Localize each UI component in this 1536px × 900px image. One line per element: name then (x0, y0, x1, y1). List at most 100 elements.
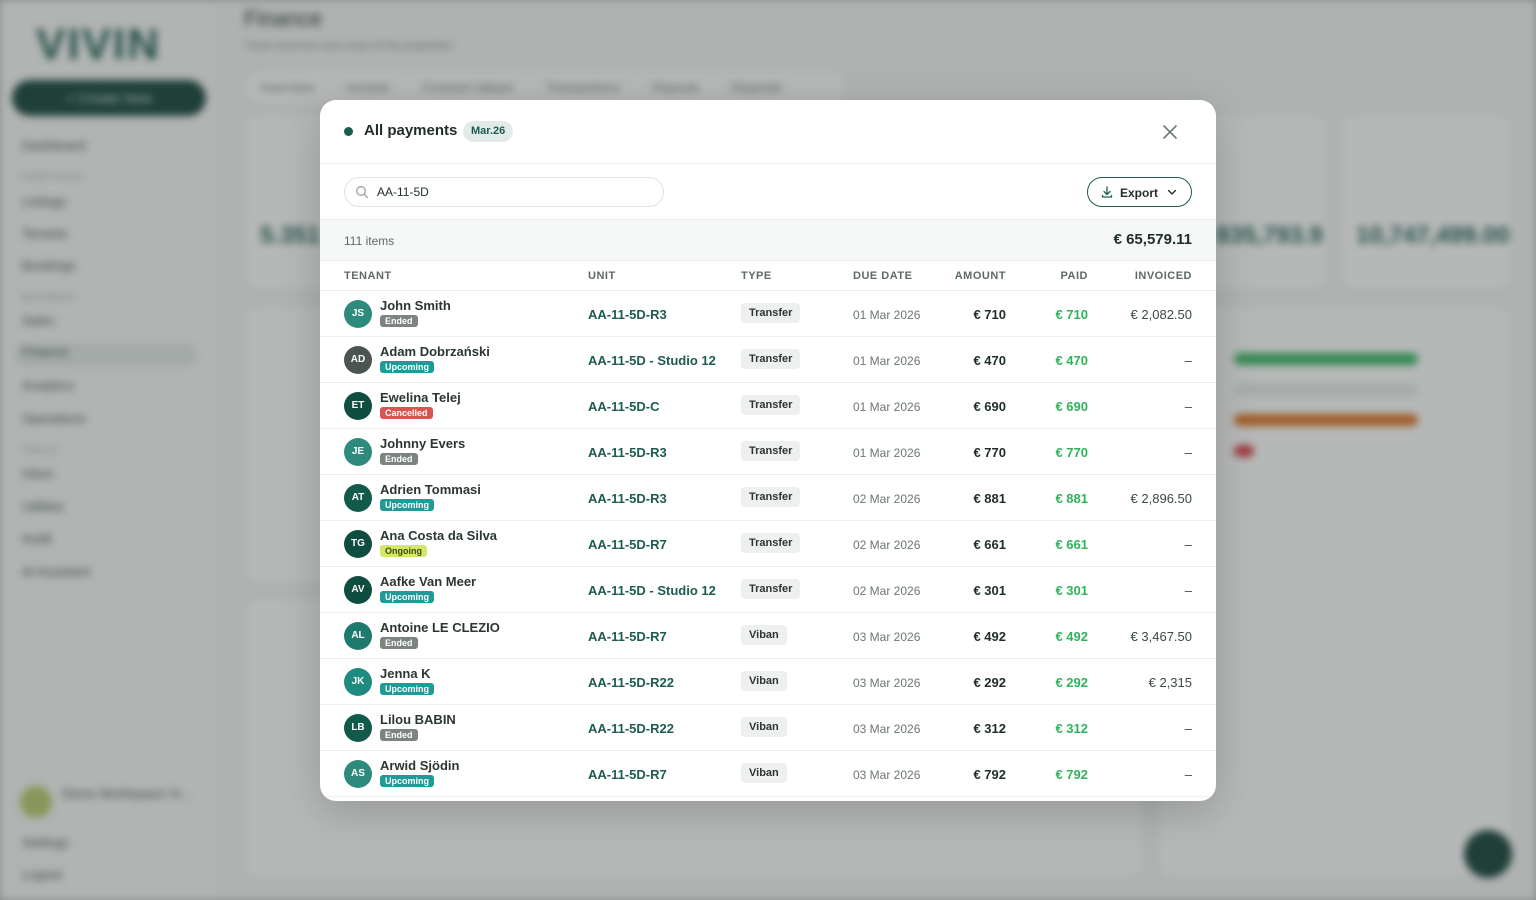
payment-type-badge: Viban (741, 717, 787, 737)
unit-link[interactable]: AA-11-5D-R7 (588, 537, 667, 552)
payment-type-badge: Transfer (741, 441, 801, 461)
paid-value: € 792 (1055, 767, 1088, 782)
table-row[interactable]: AL Antoine LE CLEZIO Ended AA-11-5D-R7 Viban… (320, 613, 1216, 659)
due-date: 03 Mar 2026 (853, 722, 921, 736)
invoiced-value: € 3,467.50 (1130, 629, 1192, 644)
paid-value: € 292 (1055, 675, 1088, 690)
status-badge: Ongoing (380, 545, 427, 557)
due-date: 02 Mar 2026 (853, 492, 921, 506)
tenant-name[interactable]: John Smith (380, 298, 451, 313)
unit-link[interactable]: AA-11-5D - Studio 12 (588, 583, 716, 598)
invoiced-value: € 2,315 (1148, 675, 1192, 690)
table-row[interactable]: AV Aafke Van Meer Upcoming AA-11-5D - Studi… (320, 567, 1216, 613)
status-badge: Upcoming (380, 591, 434, 603)
column-header-unit[interactable]: UNIT (588, 270, 616, 282)
status-badge: Ended (380, 315, 418, 327)
invoiced-value: – (1184, 353, 1192, 368)
download-icon (1100, 185, 1114, 199)
unit-link[interactable]: AA-11-5D-R3 (588, 445, 667, 460)
export-button[interactable]: Export (1087, 177, 1192, 207)
column-header-invoiced[interactable]: INVOICED (1135, 270, 1192, 282)
table-row[interactable]: TG Ana Costa da Silva Ongoing AA-11-5D-R7 Tr… (320, 521, 1216, 567)
table-row[interactable]: JK Jenna K Upcoming AA-11-5D-R22 Viban 03 Mar… (320, 659, 1216, 705)
paid-value: € 301 (1055, 583, 1088, 598)
tenant-name[interactable]: Arwid Sjödin (380, 758, 459, 773)
tenant-name[interactable]: Antoine LE CLEZIO (380, 620, 500, 635)
tenant-avatar: ET (344, 392, 372, 420)
amount-value: € 312 (973, 721, 1006, 736)
due-date: 03 Mar 2026 (853, 768, 921, 782)
paid-value: € 690 (1055, 399, 1088, 414)
tenant-name[interactable]: Adam Dobrzański (380, 344, 490, 359)
unit-link[interactable]: AA-11-5D-R22 (588, 675, 674, 690)
tenant-name[interactable]: Lilou BABIN (380, 712, 456, 727)
amount-value: € 710 (973, 307, 1006, 322)
payment-type-badge: Viban (741, 671, 787, 691)
column-header-due-date[interactable]: DUE DATE (853, 270, 912, 282)
table-row[interactable]: ET Ewelina Telej Cancelled AA-11-5D-C Transf… (320, 383, 1216, 429)
tenant-name[interactable]: Ewelina Telej (380, 390, 461, 405)
tenant-name[interactable]: Ana Costa da Silva (380, 528, 497, 543)
amount-value: € 881 (973, 491, 1006, 506)
amount-value: € 301 (973, 583, 1006, 598)
status-badge: Upcoming (380, 499, 434, 511)
due-date: 01 Mar 2026 (853, 308, 921, 322)
tenant-avatar: AV (344, 576, 372, 604)
all-payments-modal: All payments Mar.26 Export 111 items € 6… (320, 100, 1216, 801)
tenant-avatar: AL (344, 622, 372, 650)
period-badge: Mar.26 (463, 121, 514, 142)
paid-value: € 770 (1055, 445, 1088, 460)
status-badge: Upcoming (380, 683, 434, 695)
due-date: 03 Mar 2026 (853, 630, 921, 644)
due-date: 02 Mar 2026 (853, 538, 921, 552)
payments-table-body: JS John Smith Ended AA-11-5D-R3 Transfer 01 M… (320, 291, 1216, 797)
tenant-name[interactable]: Jenna K (380, 666, 431, 681)
paid-value: € 710 (1055, 307, 1088, 322)
table-row[interactable]: JS John Smith Ended AA-11-5D-R3 Transfer 01 M… (320, 291, 1216, 337)
column-header-type[interactable]: TYPE (741, 270, 772, 282)
invoiced-value: – (1184, 445, 1192, 460)
table-row[interactable]: AS Arwid Sjödin Upcoming AA-11-5D-R7 Viban 03… (320, 751, 1216, 797)
due-date: 01 Mar 2026 (853, 354, 921, 368)
unit-link[interactable]: AA-11-5D-R3 (588, 307, 667, 322)
column-header-paid[interactable]: PAID (1061, 270, 1088, 282)
unit-link[interactable]: AA-11-5D-R7 (588, 767, 667, 782)
unit-link[interactable]: AA-11-5D-R3 (588, 491, 667, 506)
item-count: 111 items (344, 234, 395, 248)
amount-value: € 661 (973, 537, 1006, 552)
tenant-name[interactable]: Adrien Tommasi (380, 482, 481, 497)
tenant-avatar: AT (344, 484, 372, 512)
column-header-amount[interactable]: AMOUNT (955, 270, 1006, 282)
payment-type-badge: Transfer (741, 487, 801, 507)
table-row[interactable]: AT Adrien Tommasi Upcoming AA-11-5D-R3 Trans… (320, 475, 1216, 521)
tenant-name[interactable]: Johnny Evers (380, 436, 465, 451)
amount-value: € 492 (973, 629, 1006, 644)
invoiced-value: – (1184, 721, 1192, 736)
unit-link[interactable]: AA-11-5D-R7 (588, 629, 667, 644)
table-row[interactable]: AD Adam Dobrzański Upcoming AA-11-5D - Stud… (320, 337, 1216, 383)
status-badge: Upcoming (380, 361, 434, 373)
tenant-name[interactable]: Aafke Van Meer (380, 574, 476, 589)
amount-value: € 770 (973, 445, 1006, 460)
due-date: 02 Mar 2026 (853, 584, 921, 598)
unit-link[interactable]: AA-11-5D-C (588, 399, 660, 414)
close-icon[interactable] (1160, 122, 1180, 142)
tenant-avatar: JS (344, 300, 372, 328)
total-amount: € 65,579.11 (1113, 231, 1192, 248)
summary-bar: 111 items € 65,579.11 (320, 220, 1216, 261)
amount-value: € 292 (973, 675, 1006, 690)
invoiced-value: – (1184, 767, 1192, 782)
tenant-avatar: JK (344, 668, 372, 696)
due-date: 01 Mar 2026 (853, 446, 921, 460)
status-badge: Cancelled (380, 407, 433, 419)
search-icon (355, 185, 369, 199)
table-row[interactable]: JE Johnny Evers Ended AA-11-5D-R3 Transfer 01… (320, 429, 1216, 475)
column-header-tenant[interactable]: TENANT (344, 270, 392, 282)
search-input[interactable] (377, 182, 657, 202)
paid-value: € 312 (1055, 721, 1088, 736)
table-row[interactable]: LB Lilou BABIN Ended AA-11-5D-R22 Viban 03 Ma… (320, 705, 1216, 751)
status-dot (344, 127, 353, 136)
unit-link[interactable]: AA-11-5D-R22 (588, 721, 674, 736)
unit-link[interactable]: AA-11-5D - Studio 12 (588, 353, 716, 368)
payment-type-badge: Transfer (741, 349, 801, 369)
